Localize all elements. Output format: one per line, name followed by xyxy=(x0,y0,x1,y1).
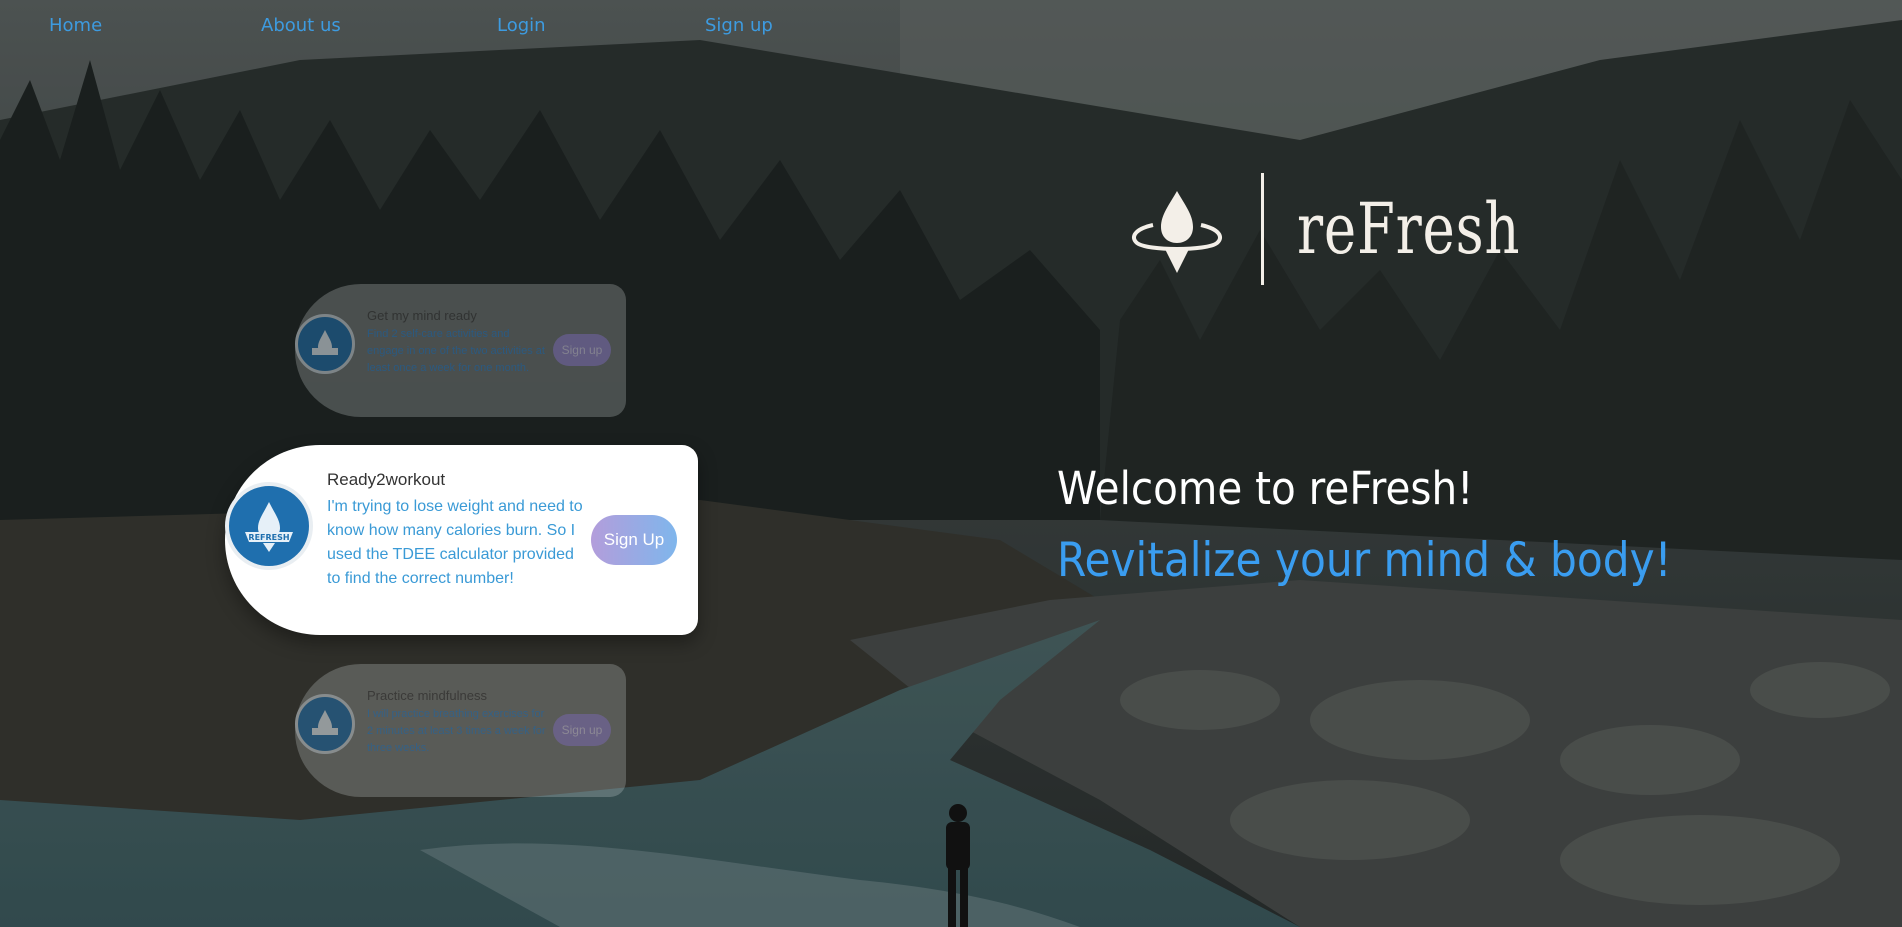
nav-about-link[interactable]: About us xyxy=(261,15,341,36)
refresh-badge-icon: REFRESH xyxy=(225,482,313,570)
goal-card: Practice mindfulness I will practice bre… xyxy=(295,664,626,797)
goal-card-featured: REFRESH Ready2workout I'm trying to lose… xyxy=(225,445,698,635)
card-title: Ready2workout xyxy=(327,470,446,489)
card-description: I will practice breathing exercises for … xyxy=(367,708,546,754)
nav-login-link[interactable]: Login xyxy=(497,15,546,36)
brand-name: reFresh xyxy=(1297,188,1521,270)
welcome-heading: Welcome to reFresh! xyxy=(1057,462,1474,515)
card-title: Practice mindfulness xyxy=(367,688,487,703)
card-description: Find 2 self-care activities and engage i… xyxy=(367,328,545,374)
card-title: Get my mind ready xyxy=(367,308,477,323)
nav-signup-link[interactable]: Sign up xyxy=(705,15,773,36)
nav-home-link[interactable]: Home xyxy=(49,15,102,36)
badge-text: REFRESH xyxy=(248,533,289,542)
card-signup-button[interactable]: Sign up xyxy=(553,714,611,746)
water-drop-ripple-icon xyxy=(1132,173,1264,285)
tagline-heading: Revitalize your mind & body! xyxy=(1057,533,1672,588)
refresh-badge-icon xyxy=(295,314,355,374)
card-signup-button[interactable]: Sign Up xyxy=(591,515,677,565)
top-nav: Home About us Login Sign up xyxy=(0,0,880,52)
goal-card: Get my mind ready Find 2 self-care activ… xyxy=(295,284,626,417)
card-description: I'm trying to lose weight and need to kn… xyxy=(327,498,583,587)
card-signup-button[interactable]: Sign up xyxy=(553,334,611,366)
refresh-badge-icon xyxy=(295,694,355,754)
